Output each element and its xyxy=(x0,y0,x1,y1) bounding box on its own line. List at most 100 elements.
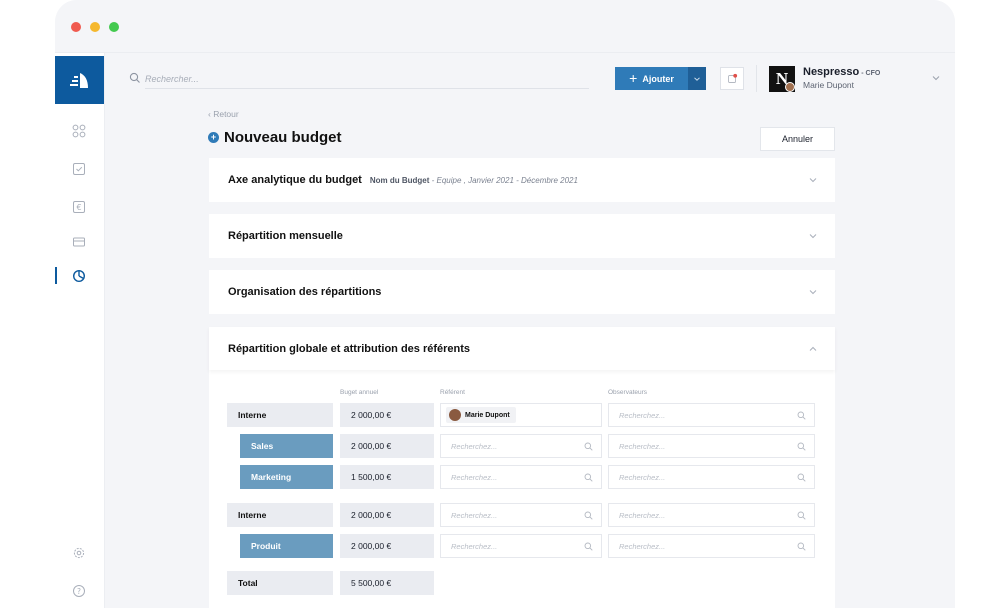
sidebar: € ? xyxy=(55,53,105,608)
svg-text:?: ? xyxy=(77,587,81,596)
window-titlebar xyxy=(55,0,955,53)
row-label: Produit xyxy=(240,534,333,558)
referent-avatar xyxy=(449,409,461,421)
user-role: - CFO xyxy=(861,70,881,77)
field-placeholder: Recherchez... xyxy=(451,510,498,520)
user-name: Marie Dupont xyxy=(803,80,855,90)
maximize-window-button[interactable] xyxy=(109,22,119,32)
topbar-divider xyxy=(756,65,757,92)
search-icon xyxy=(797,411,806,420)
observers-search-field[interactable]: Recherchez... xyxy=(608,403,815,427)
panel-monthly-distribution[interactable]: Répartition mensuelle xyxy=(209,214,835,258)
plus-circle-icon: + xyxy=(208,132,219,143)
notification-bell-icon xyxy=(728,73,738,83)
panel-title: Répartition mensuelle xyxy=(228,230,343,242)
back-link[interactable]: ‹ Retour xyxy=(208,109,239,119)
observers-search-field[interactable]: Recherchez... xyxy=(608,434,815,458)
chevron-down-icon xyxy=(809,290,817,295)
field-placeholder: Recherchez... xyxy=(451,441,498,451)
close-window-button[interactable] xyxy=(71,22,81,32)
budget-amount[interactable]: 2 000,00 € xyxy=(340,503,434,527)
company-name: Nespresso - CFO xyxy=(803,66,880,78)
search-icon xyxy=(797,511,806,520)
top-bar: + Ajouter N Nespresso- CFO Marie Dupont xyxy=(105,53,955,103)
cancel-button[interactable]: Annuler xyxy=(760,127,835,151)
chevron-down-icon xyxy=(694,76,700,81)
add-dropdown-toggle[interactable] xyxy=(688,67,706,90)
column-header-referent: Référent xyxy=(440,389,465,396)
column-header-budget: Buget annuel xyxy=(340,389,379,396)
settings-gear-icon[interactable] xyxy=(72,546,86,560)
search-icon xyxy=(584,442,593,451)
search-icon xyxy=(129,72,140,83)
total-amount: 5 500,00 € xyxy=(340,571,434,595)
logo-icon xyxy=(70,73,88,88)
back-link-label: Retour xyxy=(213,109,239,119)
referent-search-field[interactable]: Recherchez... xyxy=(440,434,602,458)
company-name-text: Nespresso xyxy=(803,66,860,78)
observers-search-field[interactable]: Recherchez... xyxy=(608,503,815,527)
nav-active-indicator xyxy=(55,267,57,284)
panel-subtitle-detail: - Equipe , Janvier 2021 - Décembre 2021 xyxy=(429,176,578,185)
search-icon xyxy=(584,511,593,520)
row-label: Interne xyxy=(227,503,333,527)
row-label: Marketing xyxy=(240,465,333,489)
account-chevron-down-icon[interactable] xyxy=(931,73,941,83)
add-button-label: Ajouter xyxy=(642,73,674,84)
observers-search-field[interactable]: Recherchez... xyxy=(608,534,815,558)
panel-global-allocation: Répartition globale et attribution des r… xyxy=(209,327,835,608)
svg-text:€: € xyxy=(76,203,81,212)
help-icon[interactable]: ? xyxy=(72,584,86,598)
panel-analytic-axis[interactable]: Axe analytique du budget Nom du Budget - … xyxy=(209,158,835,202)
referent-search-field[interactable]: Recherchez... xyxy=(440,465,602,489)
field-placeholder: Recherchez... xyxy=(451,541,498,551)
app-logo[interactable] xyxy=(55,56,104,104)
search-input[interactable] xyxy=(145,69,589,89)
panel-distribution-organisation[interactable]: Organisation des répartitions xyxy=(209,270,835,314)
panel-title: Axe analytique du budget Nom du Budget - … xyxy=(228,174,578,186)
budget-amount[interactable]: 1 500,00 € xyxy=(340,465,434,489)
field-placeholder: Recherchez... xyxy=(619,510,666,520)
column-header-observers: Observateurs xyxy=(608,389,648,396)
minimize-window-button[interactable] xyxy=(90,22,100,32)
budget-pie-icon[interactable] xyxy=(72,269,86,283)
total-label: Total xyxy=(227,571,333,595)
budget-amount[interactable]: 2 000,00 € xyxy=(340,534,434,558)
tasks-icon[interactable] xyxy=(72,162,86,176)
add-button[interactable]: + Ajouter xyxy=(615,67,688,90)
panel-title: Organisation des répartitions xyxy=(228,286,382,298)
referent-chip[interactable]: Marie Dupont xyxy=(446,407,516,423)
expenses-euro-icon[interactable]: € xyxy=(72,200,86,214)
observers-search-field[interactable]: Recherchez... xyxy=(608,465,815,489)
row-label: Interne xyxy=(227,403,333,427)
notifications-button[interactable] xyxy=(720,67,744,90)
page-header: + Nouveau budget xyxy=(208,129,342,146)
referent-search-field[interactable]: Recherchez... xyxy=(440,534,602,558)
chevron-down-icon xyxy=(809,178,817,183)
field-placeholder: Recherchez... xyxy=(451,472,498,482)
referent-search-field[interactable]: Recherchez... xyxy=(440,503,602,527)
dashboard-icon[interactable] xyxy=(72,124,86,138)
chevron-down-icon xyxy=(809,234,817,239)
search-icon xyxy=(584,542,593,551)
search-icon xyxy=(797,442,806,451)
chevron-up-icon xyxy=(809,346,817,351)
user-avatar xyxy=(785,82,795,92)
budget-amount[interactable]: 2 000,00 € xyxy=(340,434,434,458)
search-icon xyxy=(797,542,806,551)
panel-header[interactable]: Répartition globale et attribution des r… xyxy=(209,327,835,370)
card-icon[interactable] xyxy=(72,235,86,249)
referent-field[interactable]: Marie Dupont xyxy=(440,403,602,427)
page-title: Nouveau budget xyxy=(224,129,342,146)
field-placeholder: Recherchez... xyxy=(619,541,666,551)
plus-icon: + xyxy=(629,70,638,86)
search-icon xyxy=(797,473,806,482)
budget-amount[interactable]: 2 000,00 € xyxy=(340,403,434,427)
field-placeholder: Recherchez... xyxy=(619,441,666,451)
app-window: € ? + Ajouter xyxy=(55,0,955,608)
field-placeholder: Recherchez... xyxy=(619,472,666,482)
panel-title: Répartition globale et attribution des r… xyxy=(228,343,471,355)
referent-name: Marie Dupont xyxy=(465,411,510,419)
search-icon xyxy=(584,473,593,482)
row-label: Sales xyxy=(240,434,333,458)
